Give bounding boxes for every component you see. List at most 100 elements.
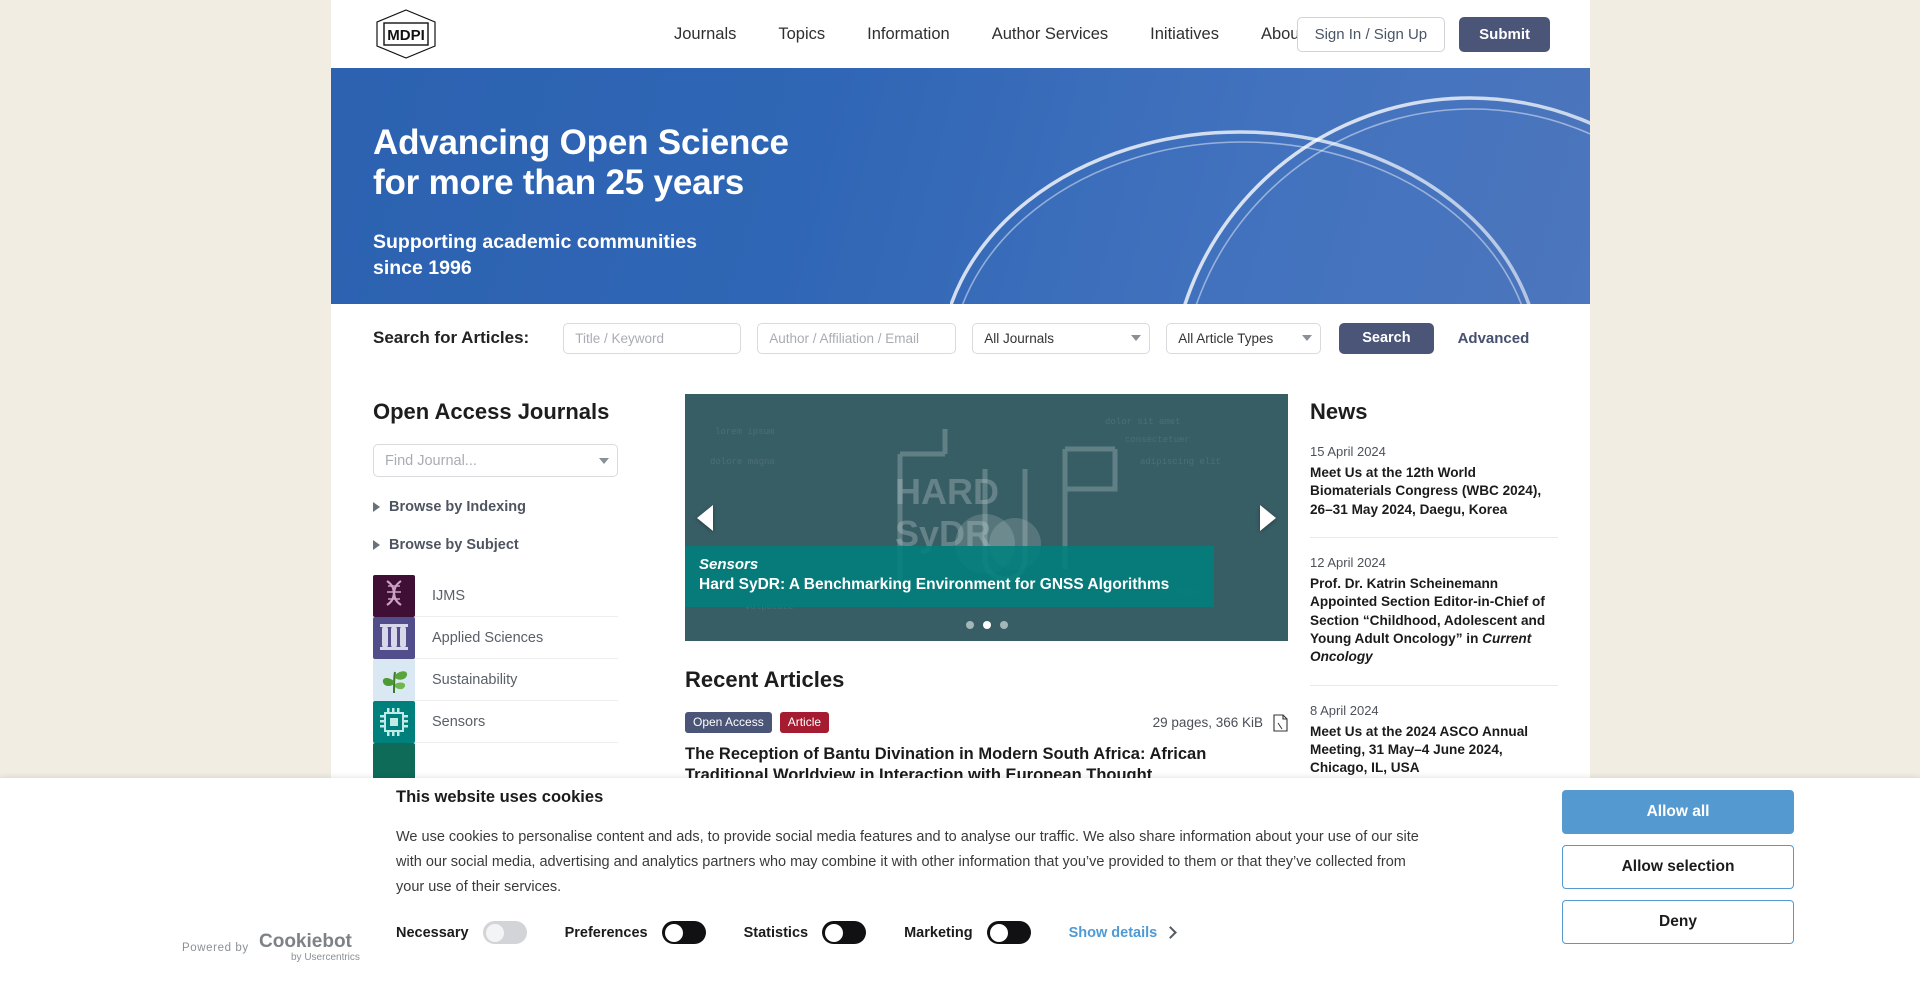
article-types-select-value: All Article Types [1166, 322, 1322, 354]
news-headline: Meet Us at the 12th World Biomaterials C… [1310, 464, 1558, 519]
mdpi-logo-icon: MDPI [376, 9, 436, 59]
news-title: News [1310, 399, 1368, 424]
switch-knob [485, 923, 504, 942]
hero-subtitle: Supporting academic communities since 19… [373, 229, 789, 282]
cookie-buttons: Allow all Allow selection Deny [1562, 790, 1794, 944]
carousel-dots [685, 621, 1288, 629]
cookie-toggle-label: Preferences [564, 924, 648, 941]
show-details-label: Show details [1068, 924, 1158, 941]
search-title-input[interactable] [563, 322, 742, 354]
cookie-toggle-row: Necessary Preferences Statistics Marketi… [396, 921, 1178, 944]
news-headline: Prof. Dr. Katrin Scheinemann Appointed S… [1310, 575, 1558, 667]
journal-item-label: Sensors [432, 713, 486, 730]
nav-item-initiatives[interactable]: Initiatives [1129, 0, 1240, 68]
cookie-toggle-statistics: Statistics [744, 921, 867, 944]
carousel-journal-name: Sensors [699, 556, 759, 574]
journal-item-sustainability[interactable]: Sustainability [373, 658, 618, 701]
test-tubes-icon [373, 616, 415, 659]
preferences-switch[interactable] [661, 921, 706, 944]
carousel-dot-1[interactable] [965, 621, 974, 629]
advanced-search-link[interactable]: Advanced [1458, 330, 1530, 347]
news-headline-text: Meet Us at the 2024 ASCO Annual Meeting,… [1310, 723, 1529, 776]
hero-text: Advancing Open Science for more than 25 … [373, 123, 789, 281]
news-date: 15 April 2024 [1310, 444, 1386, 459]
nav-item-author-services[interactable]: Author Services [971, 0, 1129, 68]
find-journal-value: Find Journal... [373, 444, 618, 477]
article-types-select[interactable]: All Article Types [1166, 322, 1322, 354]
find-journal-select[interactable]: Find Journal... [373, 444, 618, 477]
chevron-down-icon [1302, 335, 1313, 341]
svg-text:Cookiebot: Cookiebot [259, 931, 353, 952]
featured-article-carousel[interactable]: dolor sit amet consectetuer adipiscing e… [685, 394, 1288, 641]
nav-item-information[interactable]: Information [846, 0, 971, 68]
chip-icon [373, 700, 415, 743]
sign-in-button[interactable]: Sign In / Sign Up [1296, 17, 1446, 52]
chevron-right-icon [1164, 926, 1178, 939]
switch-knob [989, 923, 1008, 942]
article-size-label: 29 pages, 366 KiB [1152, 715, 1263, 730]
statistics-switch[interactable] [822, 921, 867, 944]
cookie-banner-title: This website uses cookies [396, 788, 604, 806]
browse-by-indexing-label: Browse by Indexing [389, 499, 526, 515]
svg-text:by Usercentrics: by Usercentrics [291, 952, 360, 963]
hero-banner: Advancing Open Science for more than 25 … [331, 68, 1590, 304]
hero-title-line2: for more than 25 years [373, 163, 745, 203]
journal-item-sensors[interactable]: Sensors [373, 700, 618, 743]
triangle-right-icon [373, 502, 380, 512]
news-item[interactable]: 15 April 2024 Meet Us at the 12th World … [1310, 444, 1558, 539]
carousel-headline: Hard SyDR: A Benchmarking Environment fo… [699, 576, 1170, 594]
journal-item-label: IJMS [432, 587, 466, 604]
cookie-banner-body: We use cookies to personalise content an… [396, 829, 1419, 895]
journals-select[interactable]: All Journals [972, 322, 1151, 354]
news-date: 12 April 2024 [1310, 555, 1386, 571]
journal-item-ijms[interactable]: IJMS [373, 574, 618, 617]
browse-by-subject-label: Browse by Subject [389, 537, 519, 553]
search-button[interactable]: Search [1339, 322, 1434, 354]
nav-item-topics[interactable]: Topics [757, 0, 846, 68]
carousel-prev-arrow[interactable] [697, 504, 713, 531]
chevron-down-icon [599, 457, 609, 464]
submit-button[interactable]: Submit [1459, 17, 1550, 52]
carousel-dot-3[interactable] [999, 621, 1008, 629]
allow-all-button[interactable]: Allow all [1562, 790, 1794, 834]
pdf-download-icon[interactable] [1273, 713, 1288, 732]
journal-item-applied-sciences[interactable]: Applied Sciences [373, 616, 618, 659]
carousel-caption[interactable]: Sensors Hard SyDR: A Benchmarking Enviro… [685, 546, 1214, 607]
powered-by-label: Powered by [182, 942, 249, 954]
mdpi-logo[interactable]: MDPI [373, 9, 439, 59]
news-headline-text: Meet Us at the 12th World Biomaterials C… [1310, 465, 1542, 517]
site-header: MDPI Journals Topics Information Author … [331, 0, 1590, 68]
show-details-link[interactable]: Show details [1068, 924, 1178, 941]
carousel-next-arrow[interactable] [1260, 504, 1276, 531]
article-search-bar: Search for Articles: All Journals All Ar… [331, 304, 1590, 372]
necessary-switch [482, 921, 527, 944]
browse-by-subject[interactable]: Browse by Subject [373, 537, 673, 553]
switch-knob [664, 923, 683, 942]
hero-subtitle-line1: Supporting academic communities [373, 230, 697, 253]
main-navigation: Journals Topics Information Author Servi… [653, 0, 1325, 68]
allow-selection-button[interactable]: Allow selection [1562, 845, 1794, 889]
search-label: Search for Articles: [373, 328, 530, 347]
cookiebot-logo-icon: Cookiebot by Usercentrics [259, 931, 360, 963]
journal-item-label: Sustainability [432, 671, 518, 688]
nav-item-journals[interactable]: Journals [653, 0, 757, 68]
deny-button[interactable]: Deny [1562, 900, 1794, 944]
hero-title: Advancing Open Science for more than 25 … [373, 123, 789, 204]
hero-rings-graphic [950, 96, 1590, 304]
article-meta-row: Open Access Article 29 pages, 366 KiB [685, 712, 1288, 733]
news-item[interactable]: 12 April 2024 Prof. Dr. Katrin Scheinema… [1310, 555, 1558, 686]
browse-by-indexing[interactable]: Browse by Indexing [373, 499, 673, 515]
open-access-journals-title: Open Access Journals [373, 399, 610, 424]
triangle-right-icon [373, 540, 380, 550]
cookie-consent-banner: This website uses cookies We use cookies… [0, 778, 1920, 993]
svg-text:MDPI: MDPI [387, 27, 425, 44]
switch-knob [825, 923, 844, 942]
dna-icon [373, 574, 415, 617]
search-author-input[interactable] [757, 322, 957, 354]
carousel-dot-2[interactable] [982, 621, 991, 629]
leaf-icon [373, 658, 415, 701]
powered-by-cookiebot[interactable]: Powered by Cookiebot by Usercentrics [182, 931, 377, 965]
cookie-toggle-necessary: Necessary [396, 921, 527, 944]
marketing-switch[interactable] [986, 921, 1031, 944]
journal-item-label: Applied Sciences [432, 629, 544, 646]
